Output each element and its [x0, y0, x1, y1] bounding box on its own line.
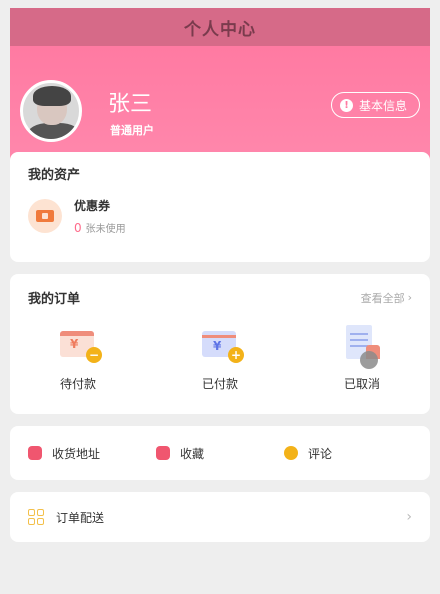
coupon-status-text: 张未使用	[85, 224, 126, 235]
page-title: 个人中心	[184, 19, 256, 40]
chevron-right-icon: ›	[407, 291, 412, 304]
order-label: 已取消	[343, 377, 380, 391]
see-all-label: 查看全部	[360, 291, 405, 305]
order-label: 待付款	[59, 377, 96, 391]
assets-card: 我的资产 优惠券 0 张未使用	[10, 152, 430, 262]
address-icon	[28, 446, 42, 460]
comment-icon	[284, 446, 298, 460]
avatar[interactable]	[20, 80, 82, 142]
order-delivery-row[interactable]: 订单配送 ›	[10, 492, 430, 542]
delivery-label: 订单配送	[56, 510, 105, 525]
order-pending-payment[interactable]: ¥ − 待付款	[28, 325, 128, 392]
coupon-count: 0	[74, 221, 82, 235]
avatar-body	[27, 123, 79, 139]
chevron-right-icon: ›	[406, 509, 412, 525]
user-role: 普通用户	[110, 124, 154, 137]
comment-link[interactable]: 评论	[284, 445, 412, 462]
basic-info-button[interactable]: ! 基本信息	[330, 92, 420, 118]
info-icon: !	[339, 98, 353, 112]
cancelled-icon	[340, 325, 384, 369]
orders-title: 我的订单	[28, 292, 81, 307]
avatar-hair	[33, 86, 71, 106]
favorites-link[interactable]: 收藏	[156, 445, 284, 462]
order-cancelled[interactable]: 已取消	[312, 325, 412, 392]
orders-row: ¥ − 待付款 ¥ + 已付款 已取消	[28, 325, 412, 392]
paid-icon: ¥ +	[198, 325, 244, 365]
coupon-name: 优惠券	[74, 199, 111, 213]
see-all-link[interactable]: 查看全部 ›	[361, 290, 412, 306]
address-link[interactable]: 收货地址	[28, 445, 156, 462]
orders-card: 我的订单 查看全部 › ¥ − 待付款 ¥ + 已付款 已取消	[10, 274, 430, 414]
favorites-label: 收藏	[180, 446, 205, 461]
navbar: 个人中心	[10, 8, 430, 46]
pending-payment-icon: ¥ −	[56, 325, 102, 365]
comment-label: 评论	[308, 446, 333, 461]
orders-header: 我的订单 查看全部 ›	[28, 288, 412, 307]
quick-links-card: 收货地址 收藏 评论	[10, 426, 430, 480]
assets-title: 我的资产	[28, 168, 81, 183]
coupon-item[interactable]: 优惠券 0 张未使用	[28, 197, 412, 235]
order-label: 已付款	[201, 377, 238, 391]
basic-info-label: 基本信息	[358, 98, 407, 113]
address-label: 收货地址	[52, 446, 101, 461]
order-paid[interactable]: ¥ + 已付款	[170, 325, 270, 392]
grid-icon	[28, 509, 44, 525]
coupon-icon	[28, 199, 62, 233]
favorites-icon	[156, 446, 170, 460]
coupon-status: 0 张未使用	[74, 220, 126, 235]
user-name: 张三	[108, 92, 153, 117]
